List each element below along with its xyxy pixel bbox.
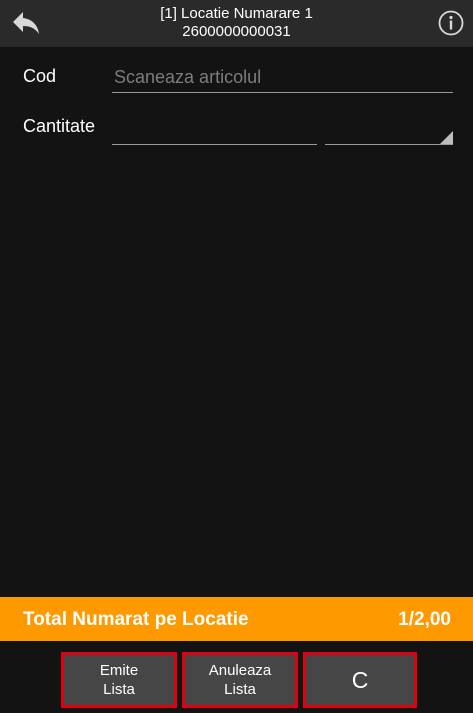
title-location: [1] Locatie Numarare 1 <box>160 5 313 22</box>
total-bar: Total Numarat pe Locatie 1/2,00 <box>0 597 473 641</box>
cod-input[interactable]: Scaneaza articolul <box>112 63 453 93</box>
c-label: C <box>351 666 369 693</box>
c-button[interactable]: C <box>303 652 417 708</box>
anuleaza-label-line2: Lista <box>224 681 256 698</box>
emite-label-line2: Lista <box>103 681 135 698</box>
cantitate-label: Cantitate <box>23 116 96 136</box>
back-arrow-icon <box>13 12 39 34</box>
emite-label-line1: Emite <box>99 662 139 679</box>
cantitate-input[interactable] <box>112 115 317 145</box>
cod-label: Cod <box>23 66 57 86</box>
page-title: [1] Locatie Numarare 1 2600000000031 <box>60 5 413 41</box>
cod-placeholder: Scaneaza articolul <box>114 67 262 87</box>
info-button[interactable] <box>437 9 465 37</box>
form-area: Cod Scaneaza articolul Cantitate <box>0 47 473 597</box>
dropdown-corner-icon <box>440 131 453 144</box>
total-value: 1/2,00 <box>398 609 451 630</box>
top-bar: [1] Locatie Numarare 1 2600000000031 <box>0 0 473 47</box>
back-button[interactable] <box>8 6 44 40</box>
total-label: Total Numarat pe Locatie <box>23 609 249 630</box>
title-code: 2600000000031 <box>182 23 291 40</box>
emite-lista-button[interactable]: Emite Lista <box>61 652 177 708</box>
info-icon <box>438 10 464 36</box>
anuleaza-lista-button[interactable]: Anuleaza Lista <box>182 652 298 708</box>
bottom-toolbar: Emite Lista Anuleaza Lista C <box>0 641 473 713</box>
anuleaza-label-line1: Anuleaza <box>208 662 272 679</box>
unit-dropdown[interactable] <box>325 115 453 145</box>
